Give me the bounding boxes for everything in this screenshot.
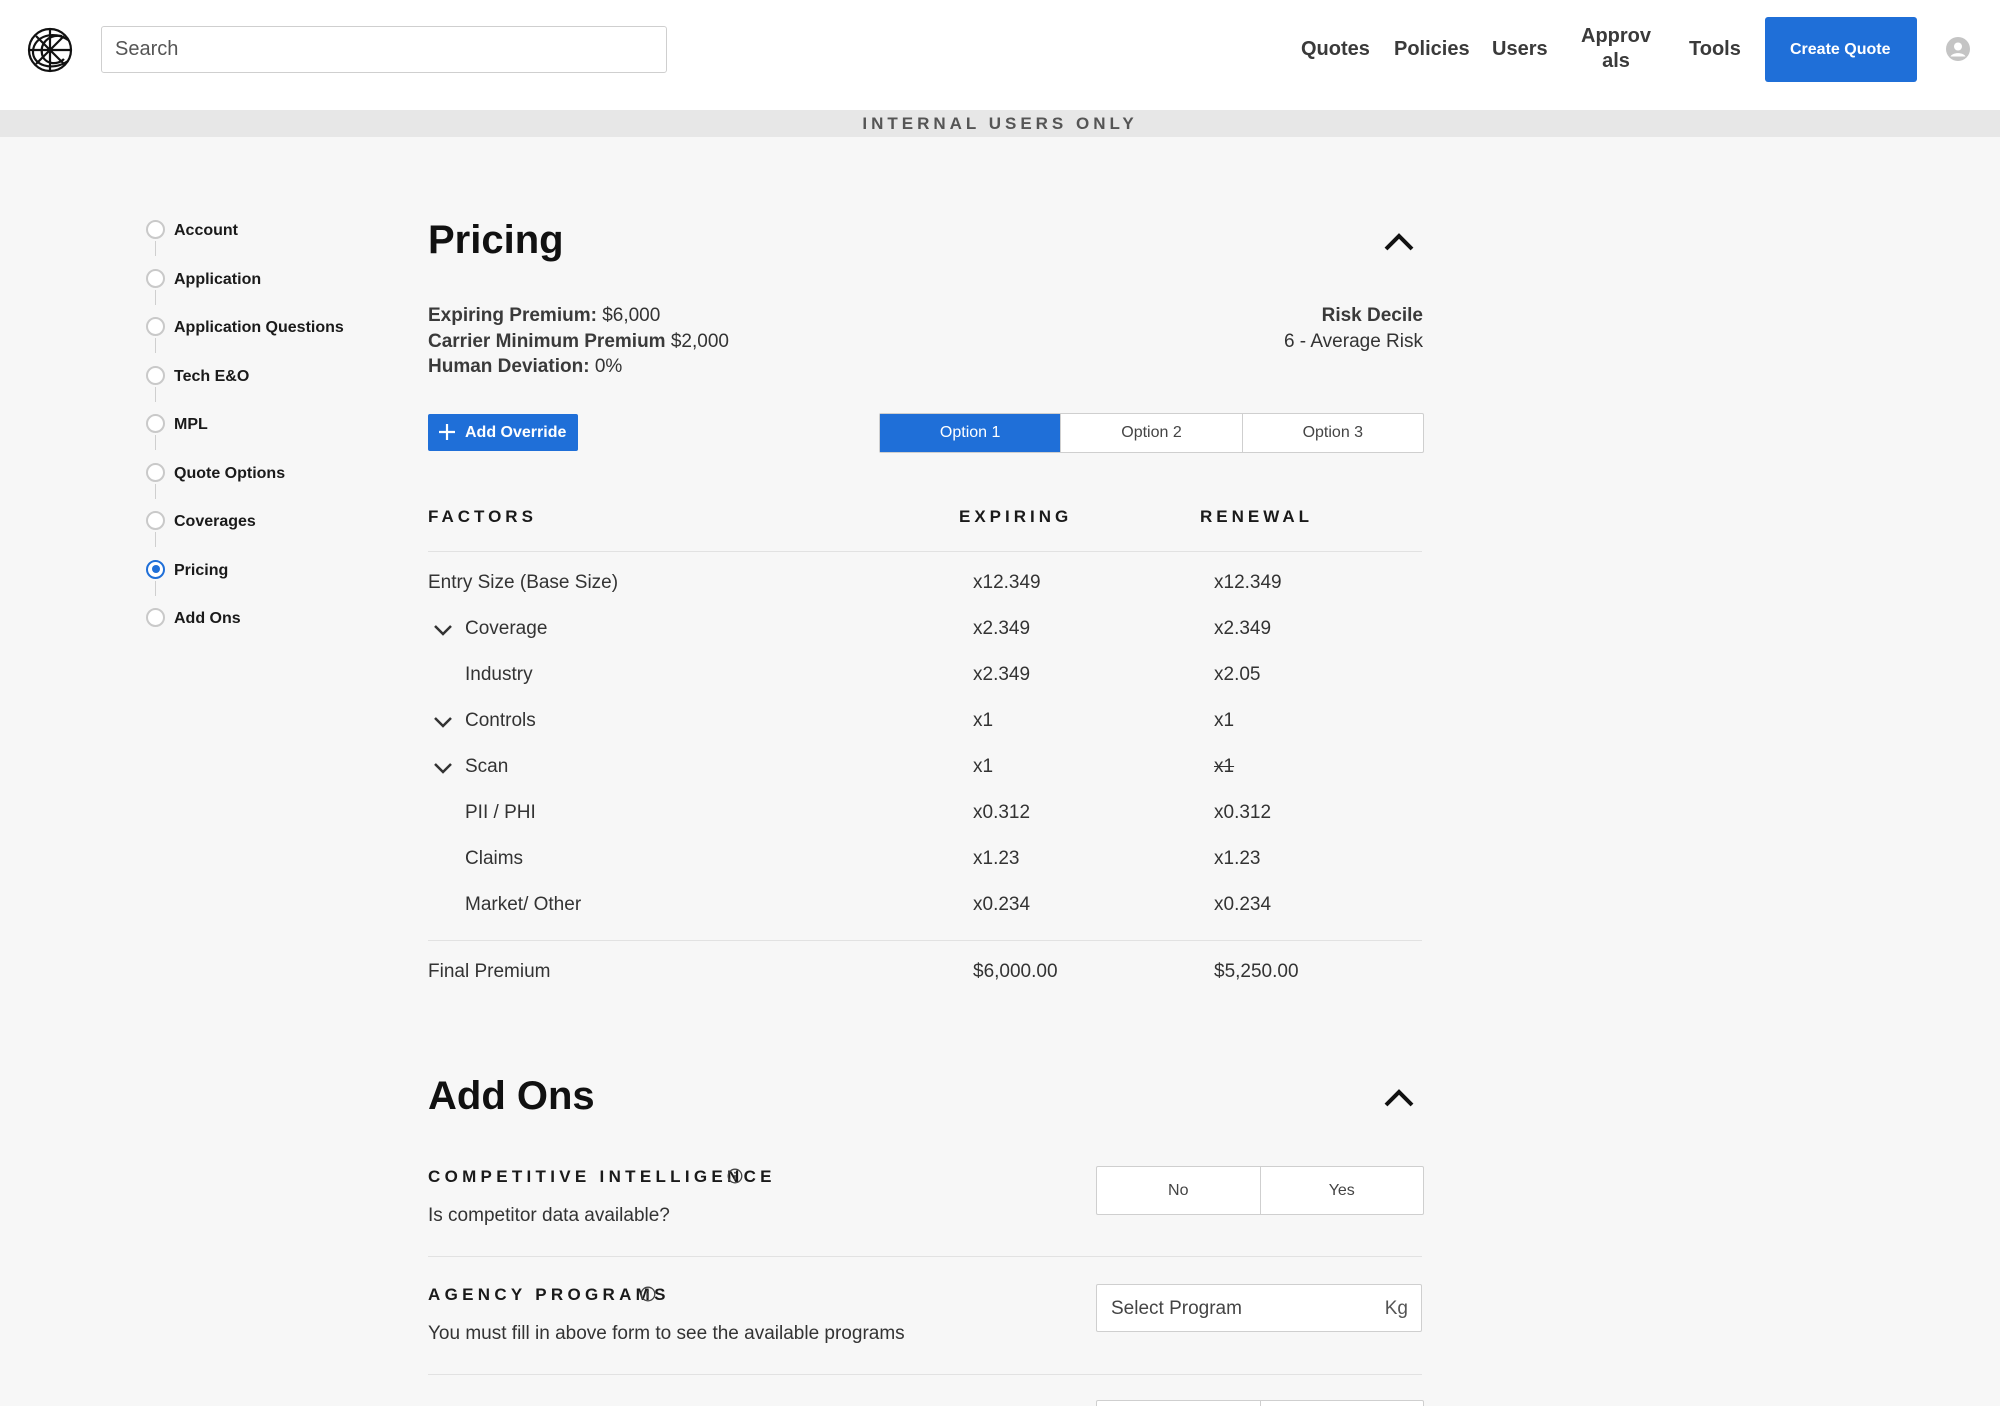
divider: [428, 940, 1422, 941]
agency-programs-heading: AGENCY PROGRAMS: [428, 1285, 670, 1304]
factors-header: FACTORS: [428, 507, 537, 526]
factor-row-entry-size: Entry Size (Base Size) x12.349 x12.349: [428, 572, 1282, 593]
step-dot-icon: [146, 317, 165, 336]
competitive-intelligence-heading: COMPETITIVE INTELLIGENCE: [428, 1167, 776, 1186]
expiring-header: EXPIRING: [959, 507, 1073, 526]
stepper-item-application[interactable]: Application: [146, 267, 426, 305]
risk-decile: Risk Decile 6 - Average Risk: [1284, 303, 1423, 354]
step-dot-icon: [146, 220, 165, 239]
company-logo-icon[interactable]: [24, 24, 76, 76]
stepper-item-label: Account: [174, 222, 238, 239]
pricing-title: Pricing: [428, 218, 564, 262]
stepper-item-account[interactable]: Account: [146, 218, 426, 256]
select-program-dropdown[interactable]: Select Program Kg: [1096, 1284, 1422, 1332]
info-icon[interactable]: [727, 1168, 743, 1184]
info-icon[interactable]: [640, 1286, 656, 1302]
chevron-down-icon[interactable]: [432, 713, 454, 731]
chevron-up-icon[interactable]: [1382, 229, 1416, 253]
step-dot-icon: [146, 268, 165, 288]
stepper-item-add-ons[interactable]: Add Ons: [146, 606, 426, 630]
next-addon-toggle: [1096, 1400, 1424, 1406]
chevron-down-icon[interactable]: [432, 759, 454, 777]
factor-row-scan: Scan x1 x1: [428, 753, 1422, 783]
add-ons-title: Add Ons: [428, 1074, 595, 1118]
stepper-item-label: Application: [174, 270, 262, 288]
nav-link-quotes[interactable]: Quotes: [1301, 37, 1370, 61]
risk-decile-value: 6 - Average Risk: [1283, 330, 1423, 352]
stepper-item-pricing[interactable]: Pricing: [146, 558, 426, 596]
stepper-item-label: Coverages: [174, 513, 256, 530]
meta-carrier-minimum: Carrier Minimum Premium $2,000: [428, 330, 729, 352]
stepper-item-application-questions[interactable]: Application Questions: [146, 315, 426, 353]
final-premium-row: Final Premium $6,000.00 $5,250.00: [428, 961, 1299, 982]
search-input[interactable]: [101, 26, 667, 73]
internal-users-banner: INTERNAL USERS ONLY: [0, 110, 2000, 137]
nav-link-tools[interactable]: Tools: [1689, 37, 1741, 61]
step-dot-icon: [146, 365, 165, 385]
user-avatar-icon[interactable]: [1946, 37, 1970, 61]
step-dot-active-icon: [146, 559, 165, 579]
pricing-meta: Expiring Premium: $6,000 Carrier Minimum…: [428, 303, 729, 380]
chevron-up-icon[interactable]: [1382, 1085, 1416, 1109]
divider: [428, 1374, 1422, 1375]
divider: [428, 551, 1422, 552]
stepper-item-coverages[interactable]: Coverages: [146, 509, 426, 547]
competitive-intelligence-toggle: No Yes: [1096, 1166, 1424, 1215]
option-selector: Option 1 Option 2 Option 3: [879, 413, 1424, 453]
factor-row-market-other: Market/ Other x0.234 x0.234: [465, 894, 1272, 915]
chevron-down-icon[interactable]: [432, 621, 454, 639]
step-dot-icon: [146, 414, 165, 433]
renewal-header: RENEWAL: [1200, 507, 1313, 526]
agency-programs-description: You must fill in above form to see the a…: [428, 1323, 905, 1344]
stepper-item-label: Application Questions: [174, 319, 344, 336]
option-1-tab[interactable]: Option 1: [880, 414, 1062, 452]
add-override-button[interactable]: Add Override: [428, 414, 578, 451]
stepper-item-mpl[interactable]: MPL: [146, 412, 426, 450]
option-3-tab[interactable]: Option 3: [1243, 414, 1423, 452]
stepper-item-quote-options[interactable]: Quote Options: [146, 461, 426, 499]
plus-icon: [439, 424, 455, 440]
top-nav: Quotes Policies Users Approv als Tools C…: [0, 0, 2000, 110]
meta-human-deviation: Human Deviation: 0%: [428, 356, 623, 377]
no-option[interactable]: No: [1097, 1167, 1261, 1214]
factor-row-industry: Industry x2.349 x2.05: [465, 664, 1261, 685]
factor-row-claims: Claims x1.23 x1.23: [465, 848, 1261, 869]
nav-link-users[interactable]: Users: [1492, 37, 1548, 61]
stepper-item-label: Pricing: [174, 561, 229, 579]
factor-row-coverage: Coverage x2.349 x2.349: [428, 615, 1422, 645]
risk-decile-label: Risk Decile: [1321, 305, 1423, 326]
create-quote-button[interactable]: Create Quote: [1765, 17, 1917, 82]
stepper-item-label: Tech E&O: [174, 367, 250, 385]
competitive-intelligence-description: Is competitor data available?: [428, 1205, 670, 1226]
step-dot-icon: [146, 462, 165, 482]
step-dot-icon: [146, 608, 165, 627]
meta-expiring-premium: Expiring Premium: $6,000: [428, 305, 661, 326]
divider: [428, 1256, 1422, 1257]
factor-row-controls: Controls x1 x1: [428, 707, 1422, 737]
stepper-item-label: Quote Options: [174, 464, 286, 482]
stepper-item-label: MPL: [174, 416, 208, 433]
stepper-item-label: Add Ons: [174, 610, 241, 627]
yes-option[interactable]: Yes: [1261, 1167, 1424, 1214]
option-2-tab[interactable]: Option 2: [1061, 414, 1243, 452]
nav-link-policies[interactable]: Policies: [1394, 37, 1470, 61]
factor-row-pii-phi: PII / PHI x0.312 x0.312: [465, 802, 1272, 823]
nav-link-approvals[interactable]: Approv als: [1578, 24, 1654, 74]
stepper-item-tech-eo[interactable]: Tech E&O: [146, 364, 426, 402]
step-dot-icon: [146, 511, 165, 530]
